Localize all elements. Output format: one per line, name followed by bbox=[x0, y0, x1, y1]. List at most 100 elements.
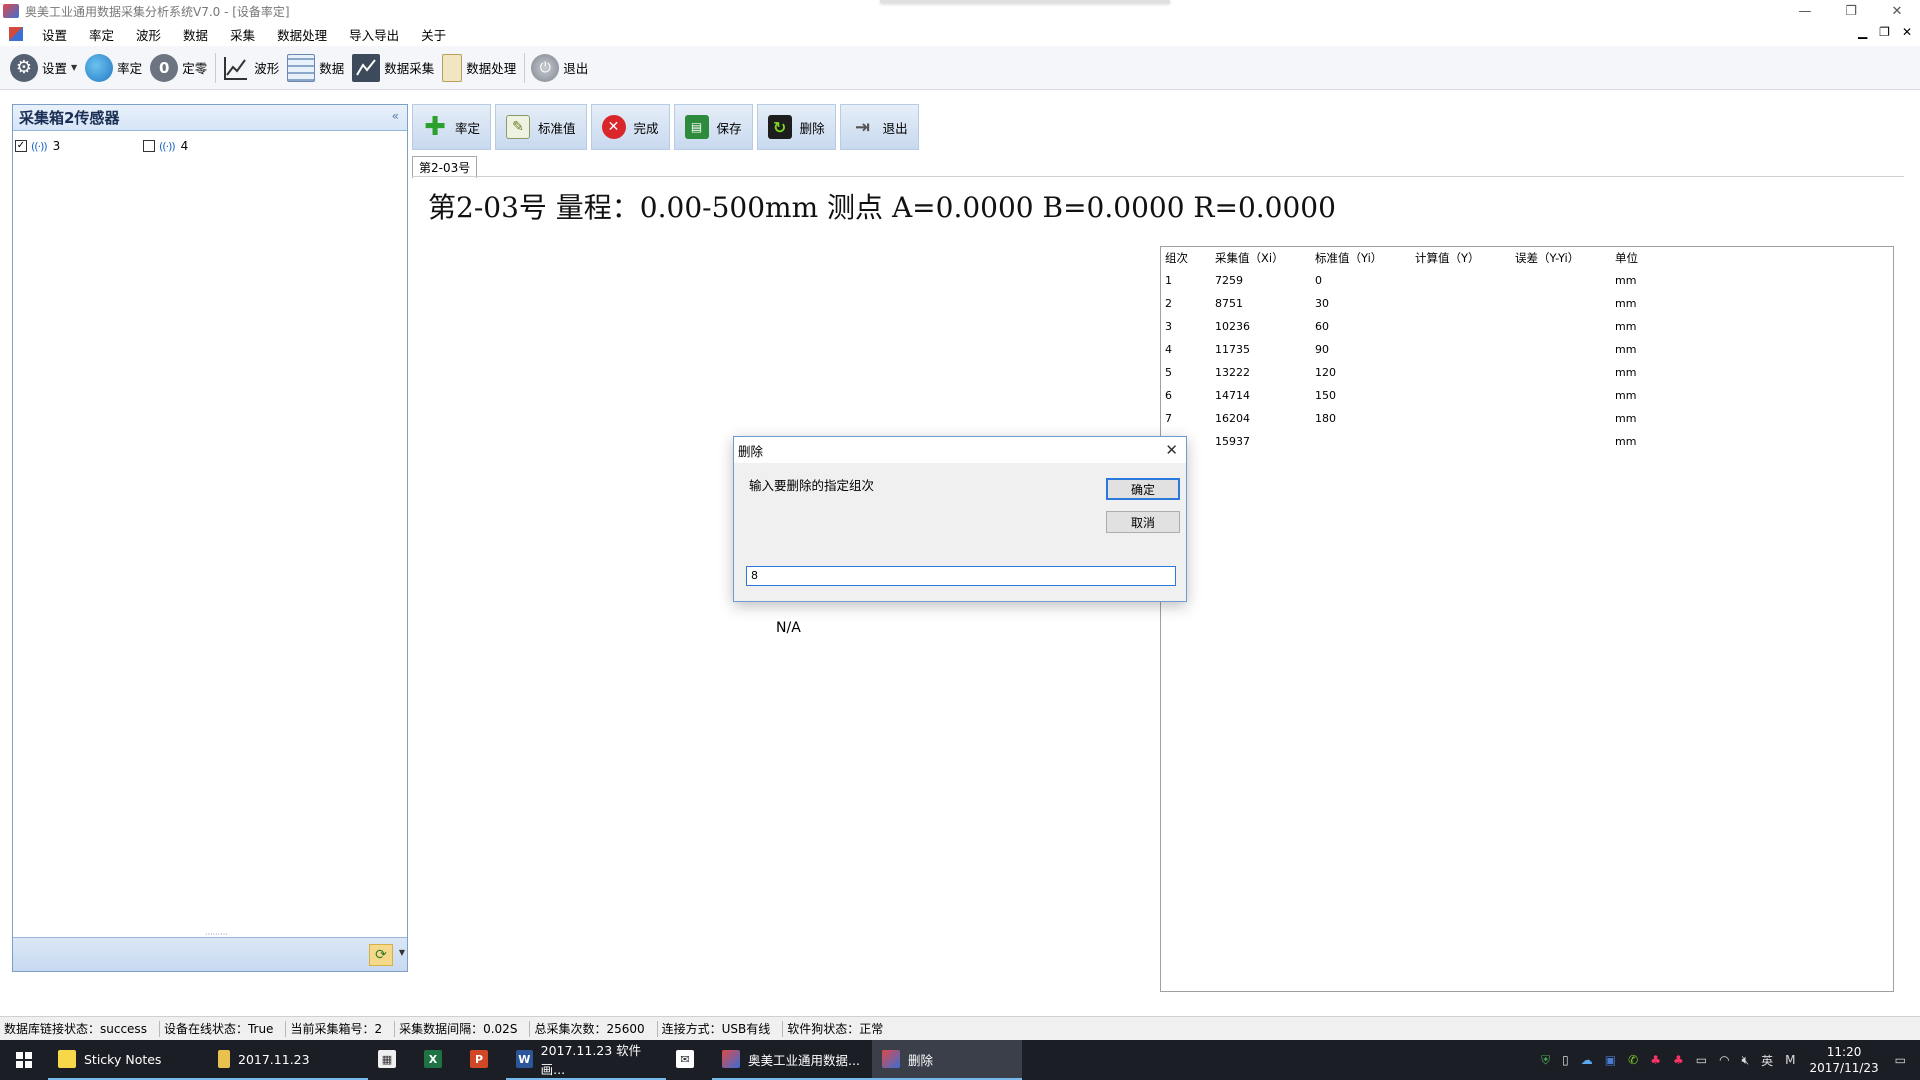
cancel-button[interactable]: 取消 bbox=[1106, 511, 1180, 533]
table-cell[interactable]: 8751 bbox=[1211, 292, 1311, 315]
finish-button[interactable]: ✕ 完成 bbox=[590, 104, 670, 150]
taskbar-app-word[interactable]: W 2017.11.23 软件画... bbox=[506, 1040, 666, 1080]
table-cell[interactable]: 2 bbox=[1161, 292, 1211, 315]
taskbar-app-folder[interactable]: 2017.11.23 bbox=[208, 1040, 368, 1080]
table-cell[interactable]: 30 bbox=[1311, 292, 1411, 315]
table-cell[interactable] bbox=[1411, 338, 1511, 361]
mdi-close-icon[interactable]: ✕ bbox=[1902, 25, 1912, 39]
table-row[interactable]: 7 16204 180 mm bbox=[1161, 407, 1661, 430]
close-button[interactable]: ✕ bbox=[1874, 0, 1920, 22]
column-header-acquired[interactable]: 采集值（Xi） bbox=[1211, 247, 1311, 269]
usb-icon[interactable]: ▯ bbox=[1562, 1053, 1569, 1067]
sensor-4-checkbox[interactable] bbox=[143, 140, 155, 152]
sensor-item-4[interactable]: ((·)) 4 bbox=[143, 139, 271, 153]
table-cell[interactable]: mm bbox=[1611, 407, 1661, 430]
table-cell[interactable]: 1 bbox=[1161, 269, 1211, 292]
taskbar-app-delete-dialog[interactable]: 删除 bbox=[872, 1040, 1022, 1080]
start-button[interactable] bbox=[0, 1040, 48, 1080]
column-header-unit[interactable]: 单位 bbox=[1611, 247, 1661, 269]
toolbar-acquire-button[interactable]: 数据采集 bbox=[352, 50, 434, 86]
table-cell[interactable]: 60 bbox=[1311, 315, 1411, 338]
taskbar-app-store[interactable]: ▦ bbox=[368, 1040, 414, 1080]
taskbar-app-main-window[interactable]: 奥美工业通用数据... bbox=[712, 1040, 872, 1080]
menu-import-export[interactable]: 导入导出 bbox=[338, 25, 410, 44]
shield-icon[interactable]: ⛨ bbox=[1541, 1053, 1550, 1068]
toolbar-wave-button[interactable]: 波形 bbox=[222, 50, 279, 86]
mdi-minimize-icon[interactable]: ▁ bbox=[1858, 25, 1867, 39]
clock[interactable]: 11:20 2017/11/23 bbox=[1809, 1044, 1878, 1076]
table-cell[interactable]: mm bbox=[1611, 338, 1661, 361]
table-cell[interactable]: 90 bbox=[1311, 338, 1411, 361]
toolbar-exit-button[interactable]: ⏻ 退出 bbox=[531, 50, 588, 86]
minimize-button[interactable]: — bbox=[1782, 0, 1828, 22]
splitter-grip[interactable]: ········· bbox=[205, 930, 228, 939]
collapse-icon[interactable]: « bbox=[392, 109, 399, 123]
table-cell[interactable]: 120 bbox=[1311, 361, 1411, 384]
taskbar-app-sticky-notes[interactable]: Sticky Notes bbox=[48, 1040, 208, 1080]
table-cell[interactable]: 4 bbox=[1161, 338, 1211, 361]
table-cell[interactable] bbox=[1511, 269, 1611, 292]
table-cell[interactable] bbox=[1511, 407, 1611, 430]
toolbar-data-button[interactable]: 数据 bbox=[287, 50, 344, 86]
toolbar-calibrate-button[interactable]: 率定 bbox=[85, 50, 142, 86]
table-cell[interactable]: 13222 bbox=[1211, 361, 1311, 384]
column-header-error[interactable]: 误差（Y-Yi） bbox=[1511, 247, 1611, 269]
table-cell[interactable] bbox=[1411, 315, 1511, 338]
menu-process[interactable]: 数据处理 bbox=[266, 25, 338, 44]
close-icon[interactable]: ✕ bbox=[1165, 441, 1178, 459]
table-cell[interactable]: 6 bbox=[1161, 384, 1211, 407]
table-cell[interactable]: mm bbox=[1611, 361, 1661, 384]
menu-about[interactable]: 关于 bbox=[410, 25, 457, 44]
table-cell[interactable] bbox=[1411, 384, 1511, 407]
group-number-input[interactable]: 8 bbox=[746, 566, 1176, 586]
table-cell[interactable]: mm bbox=[1611, 430, 1661, 453]
mdi-restore-icon[interactable]: ❐ bbox=[1879, 25, 1890, 39]
battery-icon[interactable]: ▭ bbox=[1696, 1053, 1707, 1067]
table-cell[interactable]: 15937 bbox=[1211, 430, 1311, 453]
input-method-icon[interactable]: M bbox=[1785, 1053, 1795, 1067]
sensor-3-checkbox[interactable]: ✓ bbox=[15, 140, 27, 152]
taskbar-app-mail[interactable]: ✉ bbox=[666, 1040, 712, 1080]
qq-icon[interactable]: ♣ bbox=[1650, 1053, 1661, 1067]
table-cell[interactable] bbox=[1511, 384, 1611, 407]
table-cell[interactable]: mm bbox=[1611, 384, 1661, 407]
chevron-down-icon[interactable]: ▼ bbox=[399, 948, 405, 957]
notification-icon[interactable]: ▭ bbox=[1895, 1053, 1906, 1067]
exit-button[interactable]: ⇥ 退出 bbox=[839, 104, 919, 150]
table-row[interactable]: 1 7259 0 mm bbox=[1161, 269, 1661, 292]
table-cell[interactable] bbox=[1511, 361, 1611, 384]
table-cell[interactable] bbox=[1311, 430, 1411, 453]
table-cell[interactable] bbox=[1511, 292, 1611, 315]
table-cell[interactable]: 3 bbox=[1161, 315, 1211, 338]
table-cell[interactable]: 0 bbox=[1311, 269, 1411, 292]
menu-acquire[interactable]: 采集 bbox=[219, 25, 266, 44]
table-row[interactable]: 6 14714 150 mm bbox=[1161, 384, 1661, 407]
ime-indicator[interactable]: 英 bbox=[1761, 1052, 1773, 1069]
table-cell[interactable] bbox=[1411, 361, 1511, 384]
table-cell[interactable] bbox=[1411, 292, 1511, 315]
standard-value-button[interactable]: ✎ 标准值 bbox=[495, 104, 587, 150]
app-menu-icon[interactable] bbox=[9, 27, 23, 41]
table-cell[interactable]: mm bbox=[1611, 292, 1661, 315]
menu-data[interactable]: 数据 bbox=[172, 25, 219, 44]
column-header-calculated[interactable]: 计算值（Y） bbox=[1411, 247, 1511, 269]
table-cell[interactable] bbox=[1511, 315, 1611, 338]
table-row[interactable]: 15937 mm bbox=[1161, 430, 1661, 453]
table-cell[interactable] bbox=[1411, 407, 1511, 430]
delete-button[interactable]: ↻ 删除 bbox=[756, 104, 836, 150]
ok-button[interactable]: 确定 bbox=[1106, 478, 1180, 500]
table-cell[interactable] bbox=[1411, 269, 1511, 292]
cloud-icon[interactable]: ☁ bbox=[1581, 1053, 1593, 1067]
table-cell[interactable]: mm bbox=[1611, 315, 1661, 338]
table-row[interactable]: 5 13222 120 mm bbox=[1161, 361, 1661, 384]
table-cell[interactable]: 5 bbox=[1161, 361, 1211, 384]
qq-icon-2[interactable]: ♣ bbox=[1673, 1053, 1684, 1067]
save-button[interactable]: ▤ 保存 bbox=[673, 104, 753, 150]
sensor-item-3[interactable]: ✓ ((·)) 3 bbox=[15, 139, 143, 153]
wifi-icon[interactable]: ◠ bbox=[1719, 1053, 1729, 1067]
menu-calibrate[interactable]: 率定 bbox=[78, 25, 125, 44]
toolbar-settings-button[interactable]: ⚙ 设置 ▼ bbox=[10, 50, 77, 86]
table-cell[interactable]: 180 bbox=[1311, 407, 1411, 430]
table-cell[interactable]: mm bbox=[1611, 269, 1661, 292]
restore-button[interactable]: ❐ bbox=[1828, 0, 1874, 22]
